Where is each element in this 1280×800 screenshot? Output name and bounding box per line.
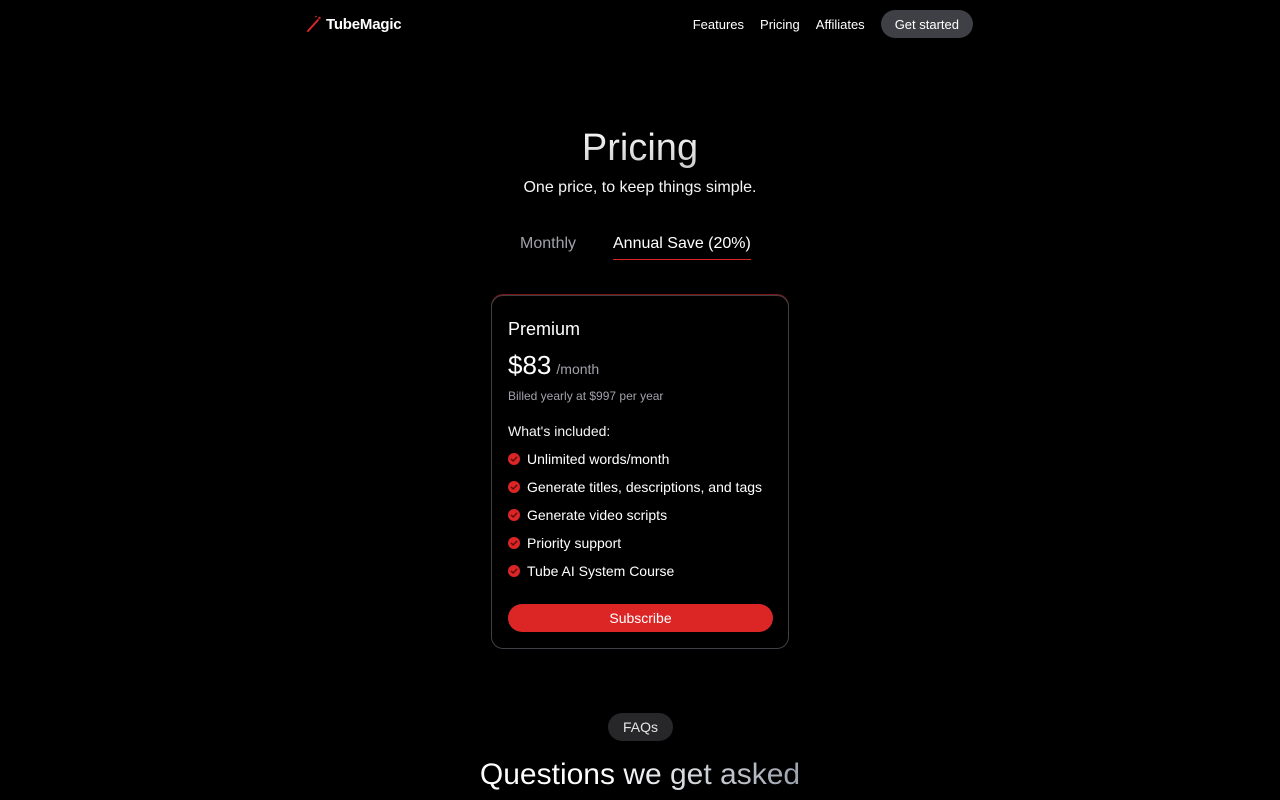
pricing-card-premium: Premium $83 /month Billed yearly at $997… — [491, 295, 789, 649]
site-header: TubeMagic Features Pricing Affiliates Ge… — [0, 0, 1280, 48]
check-circle-icon — [508, 481, 520, 493]
feature-item: Tube AI System Course — [508, 562, 762, 590]
brand-logo-link[interactable]: TubeMagic — [306, 13, 402, 35]
faq-section-title: Questions we get asked — [480, 756, 800, 794]
check-circle-icon — [508, 565, 520, 577]
feature-item: Generate titles, descriptions, and tags — [508, 478, 762, 506]
feature-item: Unlimited words/month — [508, 450, 762, 478]
nav-link-affiliates[interactable]: Affiliates — [816, 17, 865, 32]
feature-label: Generate titles, descriptions, and tags — [527, 479, 763, 495]
billing-toggle-monthly[interactable]: Monthly — [520, 234, 576, 259]
billing-note: Billed yearly at $997 per year — [508, 389, 664, 403]
feature-item: Priority support — [508, 534, 762, 562]
price-row: $83 /month — [508, 350, 599, 380]
included-label: What's included: — [508, 423, 611, 439]
plan-period: /month — [556, 361, 600, 377]
feature-label: Tube AI System Course — [527, 563, 675, 579]
billing-toggle-annual[interactable]: Annual Save (20%) — [613, 234, 751, 260]
main-nav: Features Pricing Affiliates Get started — [693, 10, 973, 38]
page-title: Pricing — [0, 124, 1280, 172]
brand-name: TubeMagic — [326, 15, 402, 33]
feature-item: Generate video scripts — [508, 506, 762, 534]
get-started-button[interactable]: Get started — [880, 10, 973, 38]
check-circle-icon — [508, 509, 520, 521]
faq-title-wrapper: Questions we get asked — [0, 756, 1280, 794]
subscribe-button[interactable]: Subscribe — [508, 604, 773, 632]
feature-label: Unlimited words/month — [527, 451, 670, 467]
page-subtitle: One price, to keep things simple. — [523, 179, 757, 196]
nav-link-pricing[interactable]: Pricing — [760, 17, 800, 32]
check-circle-icon — [508, 453, 520, 465]
magic-wand-icon — [307, 15, 321, 32]
feature-label: Generate video scripts — [527, 507, 668, 523]
plan-name: Premium — [508, 319, 581, 339]
feature-list: Unlimited words/month Generate titles, d… — [508, 450, 762, 590]
nav-link-features[interactable]: Features — [693, 17, 744, 32]
check-circle-icon — [508, 537, 520, 549]
plan-price: $83 — [508, 350, 552, 380]
faq-badge: FAQs — [608, 713, 673, 741]
feature-label: Priority support — [527, 535, 622, 551]
